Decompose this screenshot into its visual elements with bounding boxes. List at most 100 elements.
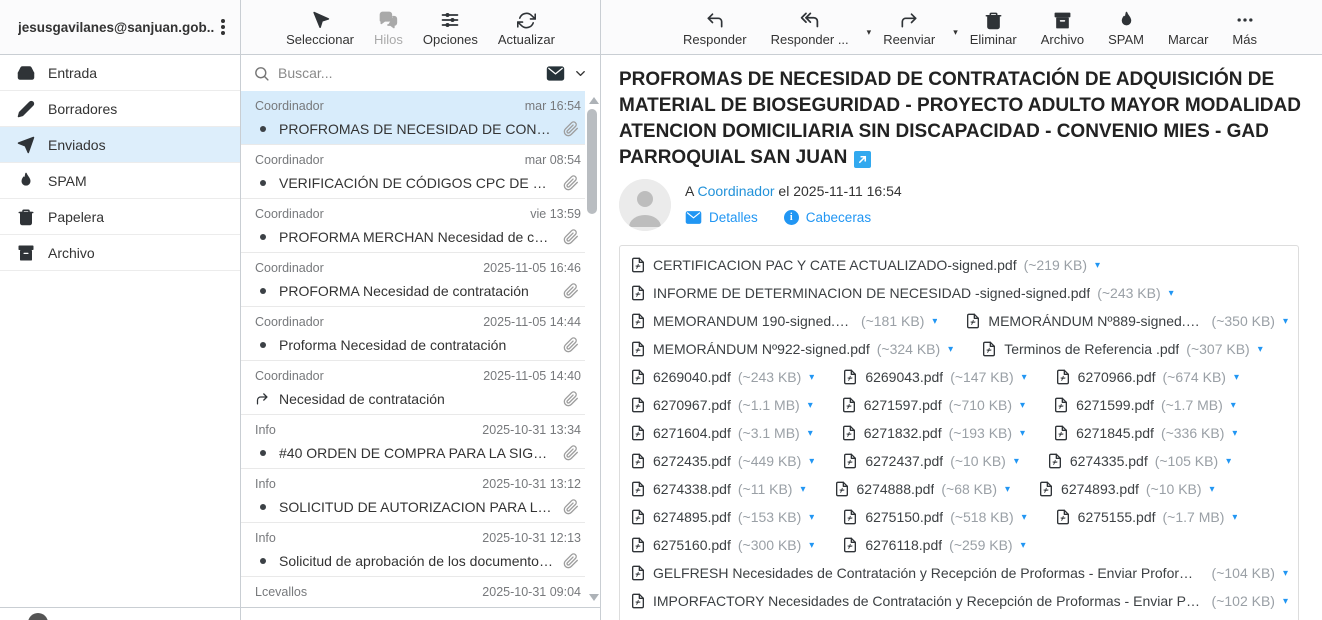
attachment[interactable]: 6275150.pdf (~518 KB) ▾ (842, 509, 1026, 525)
envelope-filter-icon[interactable] (546, 64, 565, 83)
delete-button[interactable]: Eliminar (970, 8, 1017, 47)
attachment-dropdown-icon[interactable]: ▾ (809, 372, 814, 383)
message-list-item[interactable]: Info 2025-10-31 13:34 #40 ORDEN DE COMPR… (241, 415, 585, 469)
message-list-item[interactable]: Info 2025-10-31 13:12 SOLICITUD DE AUTOR… (241, 469, 585, 523)
attachment-dropdown-icon[interactable]: ▾ (800, 484, 805, 495)
attachment-dropdown-icon[interactable]: ▾ (1226, 456, 1231, 467)
attachment[interactable]: Terminos de Referencia .pdf (~307 KB) ▾ (981, 341, 1263, 357)
spam-button[interactable]: SPAM (1108, 8, 1144, 47)
sidebar-item-spam[interactable]: SPAM (0, 163, 240, 199)
attachment[interactable]: MEMORÁNDUM Nº889-signed.pdf (~350 KB) ▾ (965, 313, 1288, 329)
attachment[interactable]: MEMORÁNDUM Nº922-signed.pdf (~324 KB) ▾ (630, 341, 953, 357)
attachment[interactable]: 6274338.pdf (~11 KB) ▾ (630, 481, 806, 497)
attachment-dropdown-icon[interactable]: ▾ (1022, 372, 1027, 383)
attachment-dropdown-icon[interactable]: ▾ (1258, 344, 1263, 355)
attachment-dropdown-icon[interactable]: ▾ (1005, 484, 1010, 495)
sidebar-item-enviados[interactable]: Enviados (0, 127, 240, 163)
attachment[interactable]: 6271845.pdf (~336 KB) ▾ (1053, 425, 1237, 441)
message-list-item[interactable]: Coordinador 2025-11-05 16:46 PROFORMA Ne… (241, 253, 585, 307)
mark-button[interactable]: undefined Marcar (1168, 8, 1208, 47)
attachment[interactable]: MEMORANDUM 190-signed.pdf (~181 KB) ▾ (630, 313, 937, 329)
sidebar-item-papelera[interactable]: Papelera (0, 199, 240, 235)
sidebar-item-borradores[interactable]: Borradores (0, 91, 240, 127)
message-list-item[interactable]: Info 2025-10-31 12:13 Solicitud de aprob… (241, 523, 585, 577)
attachment[interactable]: 6274888.pdf (~68 KB) ▾ (834, 481, 1011, 497)
attachment-dropdown-icon[interactable]: ▾ (1021, 540, 1026, 551)
attachment-dropdown-icon[interactable]: ▾ (809, 540, 814, 551)
attachment[interactable]: 6274895.pdf (~153 KB) ▾ (630, 509, 814, 525)
attachment[interactable]: 6275160.pdf (~300 KB) ▾ (630, 537, 814, 553)
attachment[interactable]: 6272437.pdf (~10 KB) ▾ (842, 453, 1019, 469)
attachment[interactable]: INFORME DE DETERMINACION DE NECESIDAD -s… (630, 285, 1174, 301)
attachment[interactable]: 6274335.pdf (~105 KB) ▾ (1047, 453, 1231, 469)
attachment[interactable]: GELFRESH Necesidades de Contratación y R… (630, 565, 1288, 581)
scroll-down-icon[interactable] (589, 594, 599, 601)
attachment[interactable]: CERTIFICACION PAC Y CATE ACTUALIZADO-sig… (630, 257, 1100, 273)
account-menu-icon[interactable] (214, 17, 232, 37)
attachment[interactable]: 6270966.pdf (~674 KB) ▾ (1055, 369, 1239, 385)
options-button[interactable]: Opciones (423, 8, 478, 47)
attachment-dropdown-icon[interactable]: ▾ (1283, 316, 1288, 327)
attachment-dropdown-icon[interactable]: ▾ (1210, 484, 1215, 495)
threads-button[interactable]: Hilos (374, 8, 403, 47)
sidebar-item-entrada[interactable]: Entrada (0, 55, 240, 91)
forward-button[interactable]: Reenviar (883, 8, 935, 47)
attachment-dropdown-icon[interactable]: ▾ (808, 400, 813, 411)
attachment-dropdown-icon[interactable]: ▾ (1022, 512, 1027, 523)
attachment[interactable]: 6269043.pdf (~147 KB) ▾ (842, 369, 1026, 385)
details-link[interactable]: Detalles (685, 209, 758, 226)
message-list-item[interactable]: Lcevallos 2025-10-31 09:04 (241, 577, 585, 607)
attachment[interactable]: 6274893.pdf (~10 KB) ▾ (1038, 481, 1215, 497)
attachment-dropdown-icon[interactable]: ▾ (1234, 372, 1239, 383)
select-button[interactable]: Seleccionar (286, 8, 354, 47)
chevron-down-icon[interactable] (573, 66, 588, 81)
attachment[interactable]: 6275155.pdf (~1.7 MB) ▾ (1055, 509, 1238, 525)
attachment-dropdown-icon[interactable]: ▾ (1095, 260, 1100, 271)
scroll-up-icon[interactable] (589, 97, 599, 104)
reply-button[interactable]: Responder (683, 8, 747, 47)
flame-icon (17, 172, 35, 190)
headers-link[interactable]: i Cabeceras (784, 210, 871, 225)
external-link-icon[interactable] (854, 151, 871, 168)
attachment-dropdown-icon[interactable]: ▾ (808, 428, 813, 439)
forward-dropdown-icon[interactable]: ▾ (953, 27, 958, 38)
scrollbar-thumb[interactable] (587, 109, 597, 214)
attachment-dropdown-icon[interactable]: ▾ (1020, 400, 1025, 411)
list-scrollbar[interactable] (586, 93, 599, 605)
recipient-link[interactable]: Coordinador (697, 183, 774, 199)
reply-all-button[interactable]: Responder ... (771, 8, 849, 47)
attachment-dropdown-icon[interactable]: ▾ (1283, 596, 1288, 607)
attachment[interactable]: IMPORFACTORY Necesidades de Contratación… (630, 593, 1288, 609)
attachment-dropdown-icon[interactable]: ▾ (1283, 568, 1288, 579)
message-list-item[interactable]: Coordinador 2025-11-05 14:44 Proforma Ne… (241, 307, 585, 361)
attachment[interactable]: 6276118.pdf (~259 KB) ▾ (842, 537, 1025, 553)
attachment-dropdown-icon[interactable]: ▾ (948, 344, 953, 355)
archive-button[interactable]: Archivo (1041, 8, 1084, 47)
attachment[interactable]: 6269040.pdf (~243 KB) ▾ (630, 369, 814, 385)
message-list-item[interactable]: Coordinador mar 08:54 VERIFICACIÓN DE CÓ… (241, 145, 585, 199)
attachment[interactable]: 6271599.pdf (~1.7 MB) ▾ (1053, 397, 1236, 413)
message-list-item[interactable]: Coordinador mar 16:54 PROFROMAS DE NECES… (241, 91, 585, 145)
attachment-dropdown-icon[interactable]: ▾ (1014, 456, 1019, 467)
attachment-dropdown-icon[interactable]: ▾ (1232, 512, 1237, 523)
attachment[interactable]: 6272435.pdf (~449 KB) ▾ (630, 453, 814, 469)
attachment-dropdown-icon[interactable]: ▾ (1232, 428, 1237, 439)
attachment[interactable]: 6271832.pdf (~193 KB) ▾ (841, 425, 1025, 441)
search-input[interactable] (278, 65, 538, 81)
more-button[interactable]: Más (1232, 8, 1257, 47)
sidebar-item-archivo[interactable]: Archivo (0, 235, 240, 271)
attachment[interactable]: 6271604.pdf (~3.1 MB) ▾ (630, 425, 813, 441)
refresh-button[interactable]: Actualizar (498, 8, 555, 47)
attachment-dropdown-icon[interactable]: ▾ (932, 316, 937, 327)
attachment-dropdown-icon[interactable]: ▾ (809, 456, 814, 467)
message-list-item[interactable]: Coordinador vie 13:59 PROFORMA MERCHAN N… (241, 199, 585, 253)
attachment-dropdown-icon[interactable]: ▾ (1020, 428, 1025, 439)
attachment-dropdown-icon[interactable]: ▾ (809, 512, 814, 523)
attachment-dropdown-icon[interactable]: ▾ (1231, 400, 1236, 411)
settings-icon[interactable] (28, 613, 48, 620)
attachment-dropdown-icon[interactable]: ▾ (1169, 288, 1174, 299)
reply-all-dropdown-icon[interactable]: ▾ (867, 27, 872, 38)
attachment[interactable]: 6271597.pdf (~710 KB) ▾ (841, 397, 1025, 413)
attachment[interactable]: 6270967.pdf (~1.1 MB) ▾ (630, 397, 813, 413)
message-list-item[interactable]: Coordinador 2025-11-05 14:40 Necesidad d… (241, 361, 585, 415)
